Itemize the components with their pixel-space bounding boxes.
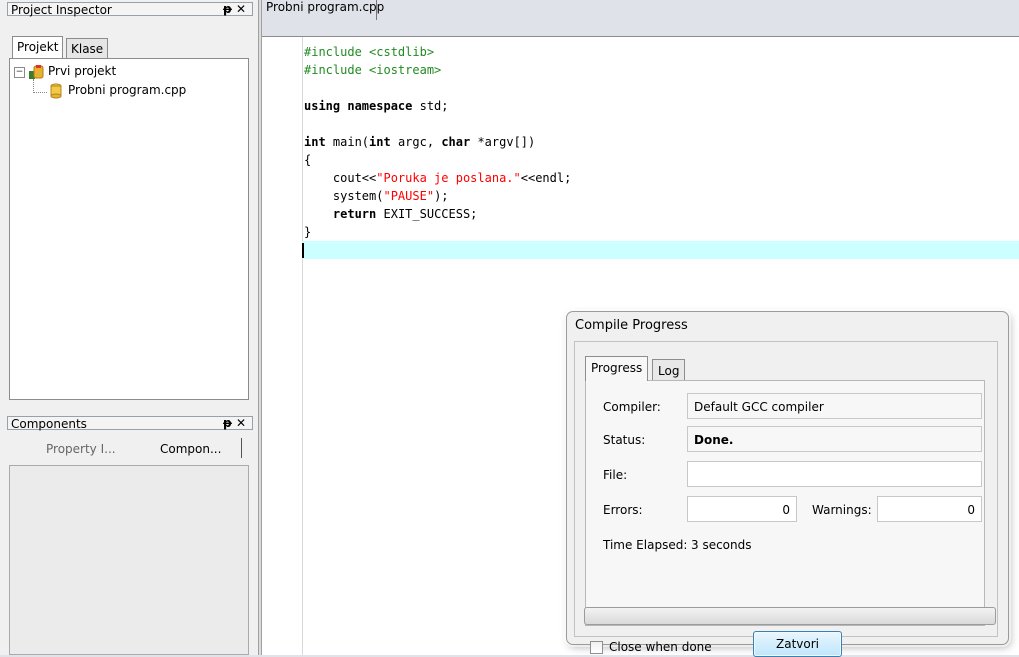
code-token: system( — [304, 189, 384, 203]
tab-log[interactable]: Log — [652, 359, 686, 381]
status-value: Done. — [687, 426, 982, 452]
tab-components[interactable]: Compon... — [160, 442, 221, 456]
code-token: *argv[]) — [470, 135, 536, 149]
code-token: cout<< — [304, 171, 377, 185]
zatvori-button[interactable]: Zatvori — [753, 631, 842, 657]
panel-buttons: ᵽ✕ — [223, 2, 250, 16]
code-line[interactable]: system("PAUSE"); — [304, 187, 1019, 205]
editor-gutter — [262, 37, 303, 655]
code-area[interactable]: #include <cstdlib> #include <iostream> usi… — [302, 43, 1019, 259]
code-token: { — [304, 153, 312, 167]
errors-value: 0 — [687, 496, 797, 522]
project-inspector-title: Project Inspector — [7, 2, 253, 17]
code-token: <<endl; — [520, 171, 572, 185]
pin-icon[interactable]: ᵽ — [223, 2, 236, 16]
code-line[interactable]: int main(int argc, char *argv[]) — [304, 133, 1019, 151]
code-line[interactable] — [304, 115, 1019, 133]
code-token: int — [304, 135, 326, 149]
warnings-value: 0 — [877, 496, 982, 522]
code-token: ); — [434, 189, 449, 203]
tree-line — [33, 79, 34, 93]
close-when-done-label[interactable]: Close when done — [609, 640, 712, 654]
compile-progress-dialog: Compile Progress Progress Log Compiler: … — [566, 311, 1009, 657]
code-token: } — [304, 225, 312, 239]
compiler-value: Default GCC compiler — [687, 393, 982, 419]
code-token: "PAUSE" — [383, 189, 435, 203]
status-label: Status: — [603, 433, 646, 447]
dialog-title: Compile Progress — [575, 318, 688, 333]
code-token: EXIT_SUCCESS; — [376, 207, 478, 221]
progress-tab-page: Compiler: Default GCC compiler Status: D… — [585, 380, 985, 626]
code-line[interactable]: #include <iostream> — [304, 61, 1019, 79]
code-token: return — [332, 207, 377, 221]
code-token: main( — [325, 135, 370, 149]
code-token: using namespace — [304, 99, 413, 113]
code-token: int — [369, 135, 391, 149]
components-panel: Components ᵽ✕ Property I... Compon... — [0, 410, 258, 655]
tree-item-project[interactable]: Prvi projekt — [48, 64, 116, 78]
code-line[interactable]: return EXIT_SUCCESS; — [304, 205, 1019, 223]
code-token: #include <iostream> — [304, 63, 442, 77]
code-line[interactable]: } — [304, 223, 1019, 241]
components-title: Components — [7, 416, 253, 431]
current-line[interactable] — [302, 241, 1019, 259]
panel-buttons: ᵽ✕ — [223, 416, 250, 430]
code-token: char — [441, 135, 471, 149]
warnings-label: Warnings: — [812, 503, 872, 517]
code-line[interactable]: using namespace std; — [304, 97, 1019, 115]
code-line[interactable]: cout<<"Poruka je poslana."<<endl; — [304, 169, 1019, 187]
collapse-icon[interactable]: − — [14, 67, 25, 78]
compile-progress-bar — [584, 607, 996, 625]
tree-line — [33, 92, 47, 93]
components-list[interactable] — [9, 465, 249, 655]
file-label: File: — [603, 468, 628, 482]
code-line[interactable] — [304, 79, 1019, 97]
close-icon[interactable]: ✕ — [236, 416, 250, 430]
file-value — [687, 461, 982, 487]
code-token: #include <cstdlib> — [304, 45, 435, 59]
tab-property-inspector[interactable]: Property I... — [46, 442, 116, 456]
code-line[interactable]: { — [304, 151, 1019, 169]
compiler-label: Compiler: — [603, 400, 661, 414]
cpp-file-icon — [50, 83, 62, 99]
project-tree[interactable]: − Prvi projekt Probni program.cpp — [9, 58, 249, 400]
code-line[interactable]: #include <cstdlib> — [304, 43, 1019, 61]
text-caret — [302, 243, 304, 258]
project-icon — [29, 65, 44, 79]
tab-divider — [241, 438, 242, 458]
code-token: std; — [412, 99, 449, 113]
tab-projekt[interactable]: Projekt — [12, 36, 64, 58]
tab-progress[interactable]: Progress — [585, 356, 649, 381]
project-inspector-panel: Project Inspector ᵽ✕ Projekt Klase − Prv… — [0, 0, 258, 410]
elapsed-value: 3 seconds — [687, 531, 982, 557]
code-token: argc, — [390, 135, 442, 149]
pin-icon[interactable]: ᵽ — [223, 416, 236, 430]
code-token: "Poruka je poslana." — [376, 171, 521, 185]
tree-item-file[interactable]: Probni program.cpp — [68, 83, 186, 97]
elapsed-label: Time Elapsed: — [603, 538, 688, 552]
close-icon[interactable]: ✕ — [236, 2, 250, 16]
editor-tab[interactable]: Probni program.cpp — [262, 0, 388, 14]
dialog-body: Progress Log Compiler: Default GCC compi… — [574, 341, 998, 657]
errors-label: Errors: — [603, 503, 643, 517]
close-when-done-checkbox[interactable] — [590, 641, 603, 654]
tab-separator — [376, 0, 377, 20]
tab-klase[interactable]: Klase — [66, 38, 109, 58]
